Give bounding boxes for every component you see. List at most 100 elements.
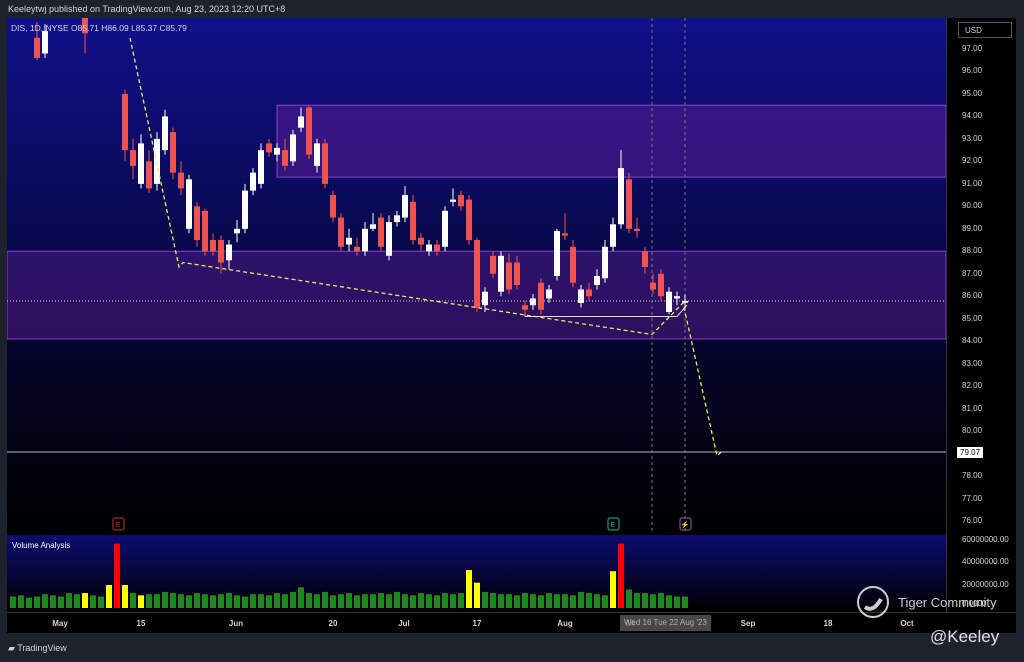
candle-body [514,262,520,285]
price-tick-label: 80.00 [962,426,983,436]
candle-body [322,143,328,184]
time-tick-label: May [52,619,68,628]
volume-bar [570,595,576,608]
candle-body [482,291,488,306]
price-tick-label: 90.00 [962,201,983,211]
candle-body [522,305,528,310]
volume-bar [306,593,312,608]
price-tick-label: 95.00 [962,88,983,98]
tradingview-logo[interactable]: ▰ TradingView [8,643,67,654]
price-tick-label: 83.00 [962,358,983,368]
price-pane[interactable]: E E ⚡ DIS, 1D, NYSE O85.71 H86.09 L85.37 C… [7,18,946,533]
volume-bar [666,595,672,608]
time-tick-label: Sep [740,619,756,628]
currency-button[interactable]: USD [958,22,1012,38]
candle-body [538,282,544,310]
volume-tick-label: 60000000.00 [962,535,1009,544]
volume-bar [434,595,440,608]
candle-body [490,255,496,274]
volume-bar [274,593,280,608]
time-tick-label: 20 [328,619,338,628]
volume-bar [178,594,184,608]
volume-bar [34,596,40,608]
candle-body [586,289,592,297]
candle-body [650,282,656,290]
volume-bar [650,594,656,608]
price-tick-label: 96.00 [962,66,983,76]
volume-bar [18,595,24,608]
candle-body [258,150,264,184]
volume-pane[interactable]: Volume Analysis [7,535,946,612]
event-icon-label: ⚡ [681,520,690,529]
volume-bar [202,594,208,608]
price-tick-label: 81.00 [962,403,983,413]
candle-body [346,237,352,245]
time-tick-label: Aug [557,619,573,628]
volume-bar [186,595,192,608]
price-tick-label: 92.00 [962,156,983,166]
volume-bar [498,594,504,608]
volume-bar [106,585,112,608]
volume-bar [50,595,56,608]
candle-body [498,255,504,292]
volume-bar [26,597,32,608]
volume-bar [418,593,424,608]
volume-bar [266,595,272,608]
volume-bar [410,595,416,608]
candle-body [362,228,368,252]
watermark-text: Tiger Community [898,594,997,610]
volume-bar [234,595,240,608]
candle-body [194,206,200,241]
volume-bar [242,596,248,608]
candle-body [378,217,384,247]
volume-bar [282,594,288,608]
volume-bar [298,587,304,608]
candle-body [434,244,440,252]
symbol-legend: DIS, 1D, NYSE O85.71 H86.09 L85.37 C85.7… [11,23,187,33]
author-handle: @Keeley [930,627,1000,646]
volume-bar [442,593,448,608]
candle-body [386,222,392,256]
volume-bar [314,594,320,608]
price-tick-label: 97.00 [962,44,983,53]
volume-bar [122,585,128,608]
volume-bar [82,593,88,608]
price-tick-label: 84.00 [962,336,983,346]
volume-chart [10,543,688,608]
candle-body [562,233,568,236]
crosshair-date-label: Wed 16 Tue 22 Aug '23 [620,615,711,631]
price-axis[interactable]: 97.00 96.00 95.00 94.00 93.00 92.00 91.00 90.00… [946,18,1016,612]
volume-bar [346,593,352,608]
candle-body [642,251,648,268]
volume-bar [154,594,160,608]
candle-body [314,143,320,166]
candle-body [330,195,336,218]
volume-bar [226,593,232,608]
price-tick-label: 91.00 [962,178,983,188]
candle-body [34,37,40,58]
volume-bar [634,593,640,608]
resistance-zone [276,104,946,178]
publish-header: Keeleytwj published on TradingView.com, … [8,4,286,14]
close-value: C85.79 [159,23,187,33]
high-value: H86.09 [101,23,129,33]
candle-body [602,246,608,279]
candle-body [546,289,552,299]
volume-bar [74,594,80,608]
price-tick-label: 88.00 [962,246,983,256]
volume-bar [58,596,64,608]
volume-bar [258,594,264,608]
symbol-label[interactable]: DIS, 1D, NYSE [11,23,69,33]
candle-body [122,93,128,151]
candle-body [370,224,376,229]
candle-body [474,240,480,308]
volume-bar [546,593,552,608]
candle-body [306,107,312,155]
candle-body [234,228,240,234]
volume-bar [162,591,168,608]
event-icon-label: E [116,522,121,529]
candle-body [138,143,144,184]
watermark: Tiger Community [856,585,996,619]
time-tick-label: Jul [398,619,410,628]
price-tick-label: 89.00 [962,223,983,233]
